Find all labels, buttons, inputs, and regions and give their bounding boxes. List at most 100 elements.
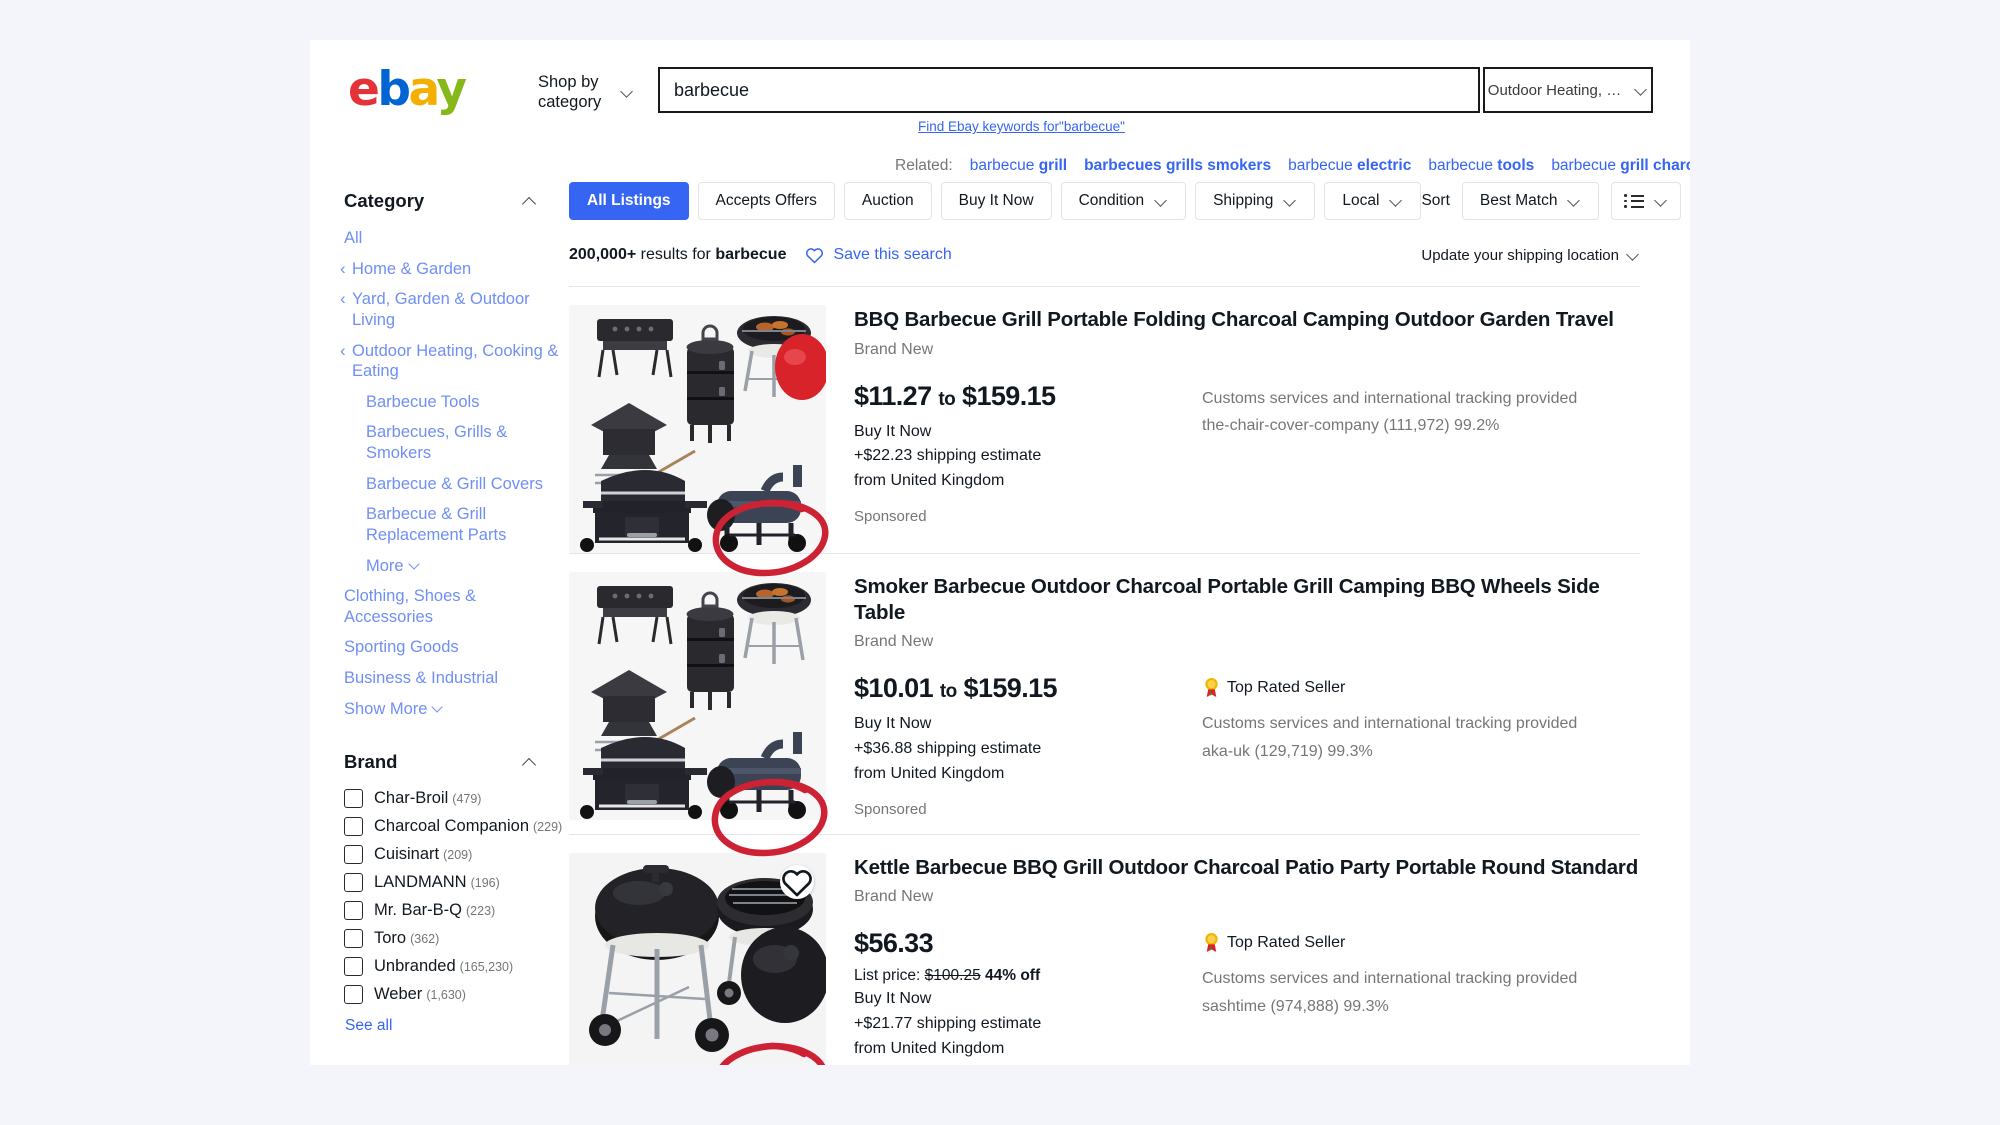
category-item-7[interactable]: Barbecue & Grill Replacement Parts [344, 504, 565, 545]
filter-pill-condition[interactable]: Condition [1060, 182, 1187, 220]
listing-price-group: $11.27 to $159.15 [854, 381, 1144, 412]
brand-see-all-link[interactable]: See all [345, 1017, 392, 1035]
checkbox-icon[interactable] [344, 929, 363, 949]
brand-filter-row-0[interactable]: Char-Broil (479) [344, 789, 565, 809]
listing-seller-column: Top Rated Seller Customs services and in… [1202, 928, 1640, 1065]
checkbox-icon[interactable] [344, 817, 363, 837]
save-this-search-label: Save this search [833, 246, 952, 263]
listing-thumbnail[interactable] [569, 572, 826, 820]
category-item-9[interactable]: Clothing, Shoes & Accessories [344, 586, 565, 627]
category-item-1[interactable]: Home & Garden [340, 258, 565, 280]
facet-category-header[interactable]: Category [344, 190, 565, 212]
category-item-label: Yard, Garden & Outdoor Living [352, 290, 530, 329]
sort-select[interactable]: Best Match [1461, 182, 1600, 220]
brand-filter-count: (362) [410, 932, 440, 947]
filter-pill-all-listings[interactable]: All Listings [569, 182, 689, 220]
search-category-select[interactable]: Outdoor Heating, … [1483, 67, 1653, 113]
search-input[interactable]: barbecue [658, 67, 1480, 113]
listing-thumbnail[interactable] [569, 852, 826, 1065]
facet-condition: Condition New(307,218)Used(3,870)Not Spe… [344, 1063, 565, 1065]
brand-filter-row-7[interactable]: Weber (1,630) [344, 985, 565, 1005]
ebay-logo[interactable]: ebay [348, 66, 467, 113]
brand-filter-row-2[interactable]: Cuisinart (209) [344, 845, 565, 865]
listing-buying-format: Buy It Now [854, 422, 932, 440]
brand-filter-count: (1,630) [426, 988, 466, 1003]
brand-filter-row-1[interactable]: Charcoal Companion (229) [344, 817, 565, 837]
facet-condition-header[interactable]: Condition [344, 1063, 565, 1065]
checkbox-icon[interactable] [344, 957, 363, 977]
category-item-label: Barbecues, Grills & Smokers [366, 423, 508, 462]
filter-pill-label: Auction [861, 192, 914, 209]
brand-filter-row-4[interactable]: Mr. Bar-B-Q (223) [344, 901, 565, 921]
category-item-11[interactable]: Business & Industrial [344, 668, 565, 689]
filter-pill-shipping[interactable]: Shipping [1195, 182, 1316, 220]
checkbox-icon[interactable] [344, 789, 363, 809]
view-mode-select[interactable] [1611, 182, 1681, 220]
category-item-label: Clothing, Shoes & Accessories [344, 587, 477, 626]
brand-filter-row-5[interactable]: Toro (362) [344, 929, 565, 949]
category-item-6[interactable]: Barbecue & Grill Covers [344, 474, 565, 495]
sort-controls: Sort Best Match [1421, 182, 1681, 220]
listing-title[interactable]: Smoker Barbecue Outdoor Charcoal Portabl… [854, 574, 1640, 625]
listing-item[interactable]: Smoker Barbecue Outdoor Charcoal Portabl… [569, 553, 1640, 834]
listing-thumbnail[interactable] [569, 305, 826, 553]
logo-letter-a: a [408, 62, 439, 117]
category-show-more-link[interactable]: Show More [344, 699, 565, 720]
brand-filter-row-3[interactable]: LANDMANN (196) [344, 873, 565, 893]
listing-price-column: $56.33 List price: $100.25 44% off Buy I… [854, 928, 1144, 1065]
listing-title[interactable]: BBQ Barbecue Grill Portable Folding Char… [854, 307, 1640, 333]
category-item-10[interactable]: Sporting Goods [344, 637, 565, 658]
listing-title[interactable]: Kettle Barbecue BBQ Grill Outdoor Charco… [854, 855, 1640, 881]
checkbox-icon[interactable] [344, 845, 363, 865]
brand-filter-row-6[interactable]: Unbranded (165,230) [344, 957, 565, 977]
brand-filter-label: Unbranded (165,230) [374, 957, 514, 976]
checkbox-icon[interactable] [344, 901, 363, 921]
update-shipping-location-label: Update your shipping location [1421, 246, 1619, 264]
checkbox-icon[interactable] [344, 873, 363, 893]
add-to-watchlist-button[interactable] [780, 864, 814, 899]
category-item-3[interactable]: Outdoor Heating, Cooking & Eating [340, 339, 565, 382]
brand-filter-count: (479) [452, 792, 482, 807]
category-item-label: Barbecue & Grill Covers [366, 474, 543, 493]
related-search-1[interactable]: barbecues grills smokers [1084, 157, 1271, 175]
listing-info: BBQ Barbecue Grill Portable Folding Char… [854, 305, 1640, 553]
shop-by-category-label: Shop by category [538, 73, 602, 112]
category-item-8[interactable]: More [344, 556, 565, 577]
chevron-down-icon [1390, 195, 1403, 208]
chevron-down-icon [1627, 249, 1640, 262]
filter-pill-label: Condition [1078, 192, 1145, 209]
listing-item[interactable]: Kettle Barbecue BBQ Grill Outdoor Charco… [569, 833, 1640, 1065]
filter-pill-accepts-offers[interactable]: Accepts Offers [697, 182, 835, 220]
update-shipping-location-button[interactable]: Update your shipping location [1421, 247, 1640, 264]
facet-brand-header[interactable]: Brand [344, 751, 565, 773]
category-item-2[interactable]: Yard, Garden & Outdoor Living [340, 288, 565, 330]
facet-brand-title: Brand [344, 751, 398, 773]
shop-by-category-button[interactable]: Shop by category [538, 72, 634, 112]
filter-pill-group: All Listings Accepts Offers Auction Buy It … [569, 182, 1422, 220]
related-search-4[interactable]: barbecue grill charcoal [1551, 157, 1690, 175]
listing-price-low: $10.01 [854, 673, 934, 704]
filter-toolbar: All Listings Accepts Offers Auction Buy It … [569, 182, 1681, 220]
category-item-5[interactable]: Barbecues, Grills & Smokers [344, 422, 565, 463]
brand-filter-label: Toro (362) [374, 929, 440, 948]
category-item-4[interactable]: Barbecue Tools [344, 392, 565, 413]
chevron-down-icon [1155, 195, 1168, 208]
search-bar: barbecue Outdoor Heating, … [658, 67, 1653, 113]
filter-pill-buy-it-now[interactable]: Buy It Now [940, 182, 1052, 220]
find-keywords-link[interactable]: Find Ebay keywords for"barbecue" [918, 119, 1125, 134]
listing-origin: from United Kingdom [854, 472, 1005, 490]
results-column: All Listings Accepts Offers Auction Buy It … [565, 130, 1690, 1065]
related-search-2[interactable]: barbecue electric [1288, 157, 1411, 175]
filter-pill-local[interactable]: Local [1324, 182, 1422, 220]
listing-list-price: List price: $100.25 44% off [854, 967, 1144, 985]
save-this-search-button[interactable]: Save this search [805, 246, 952, 264]
listing-item[interactable]: BBQ Barbecue Grill Portable Folding Char… [569, 286, 1640, 553]
checkbox-icon[interactable] [344, 985, 363, 1005]
listing-price: $56.33 [854, 928, 934, 959]
facet-category: Category All Home & Garden Yard, Garden & … [340, 190, 565, 720]
related-search-0[interactable]: barbecue grill [970, 157, 1067, 175]
filter-pill-auction[interactable]: Auction [843, 182, 932, 220]
category-item-0[interactable]: All [344, 228, 565, 249]
related-search-3[interactable]: barbecue tools [1428, 157, 1534, 175]
category-item-label: Sporting Goods [344, 638, 459, 657]
